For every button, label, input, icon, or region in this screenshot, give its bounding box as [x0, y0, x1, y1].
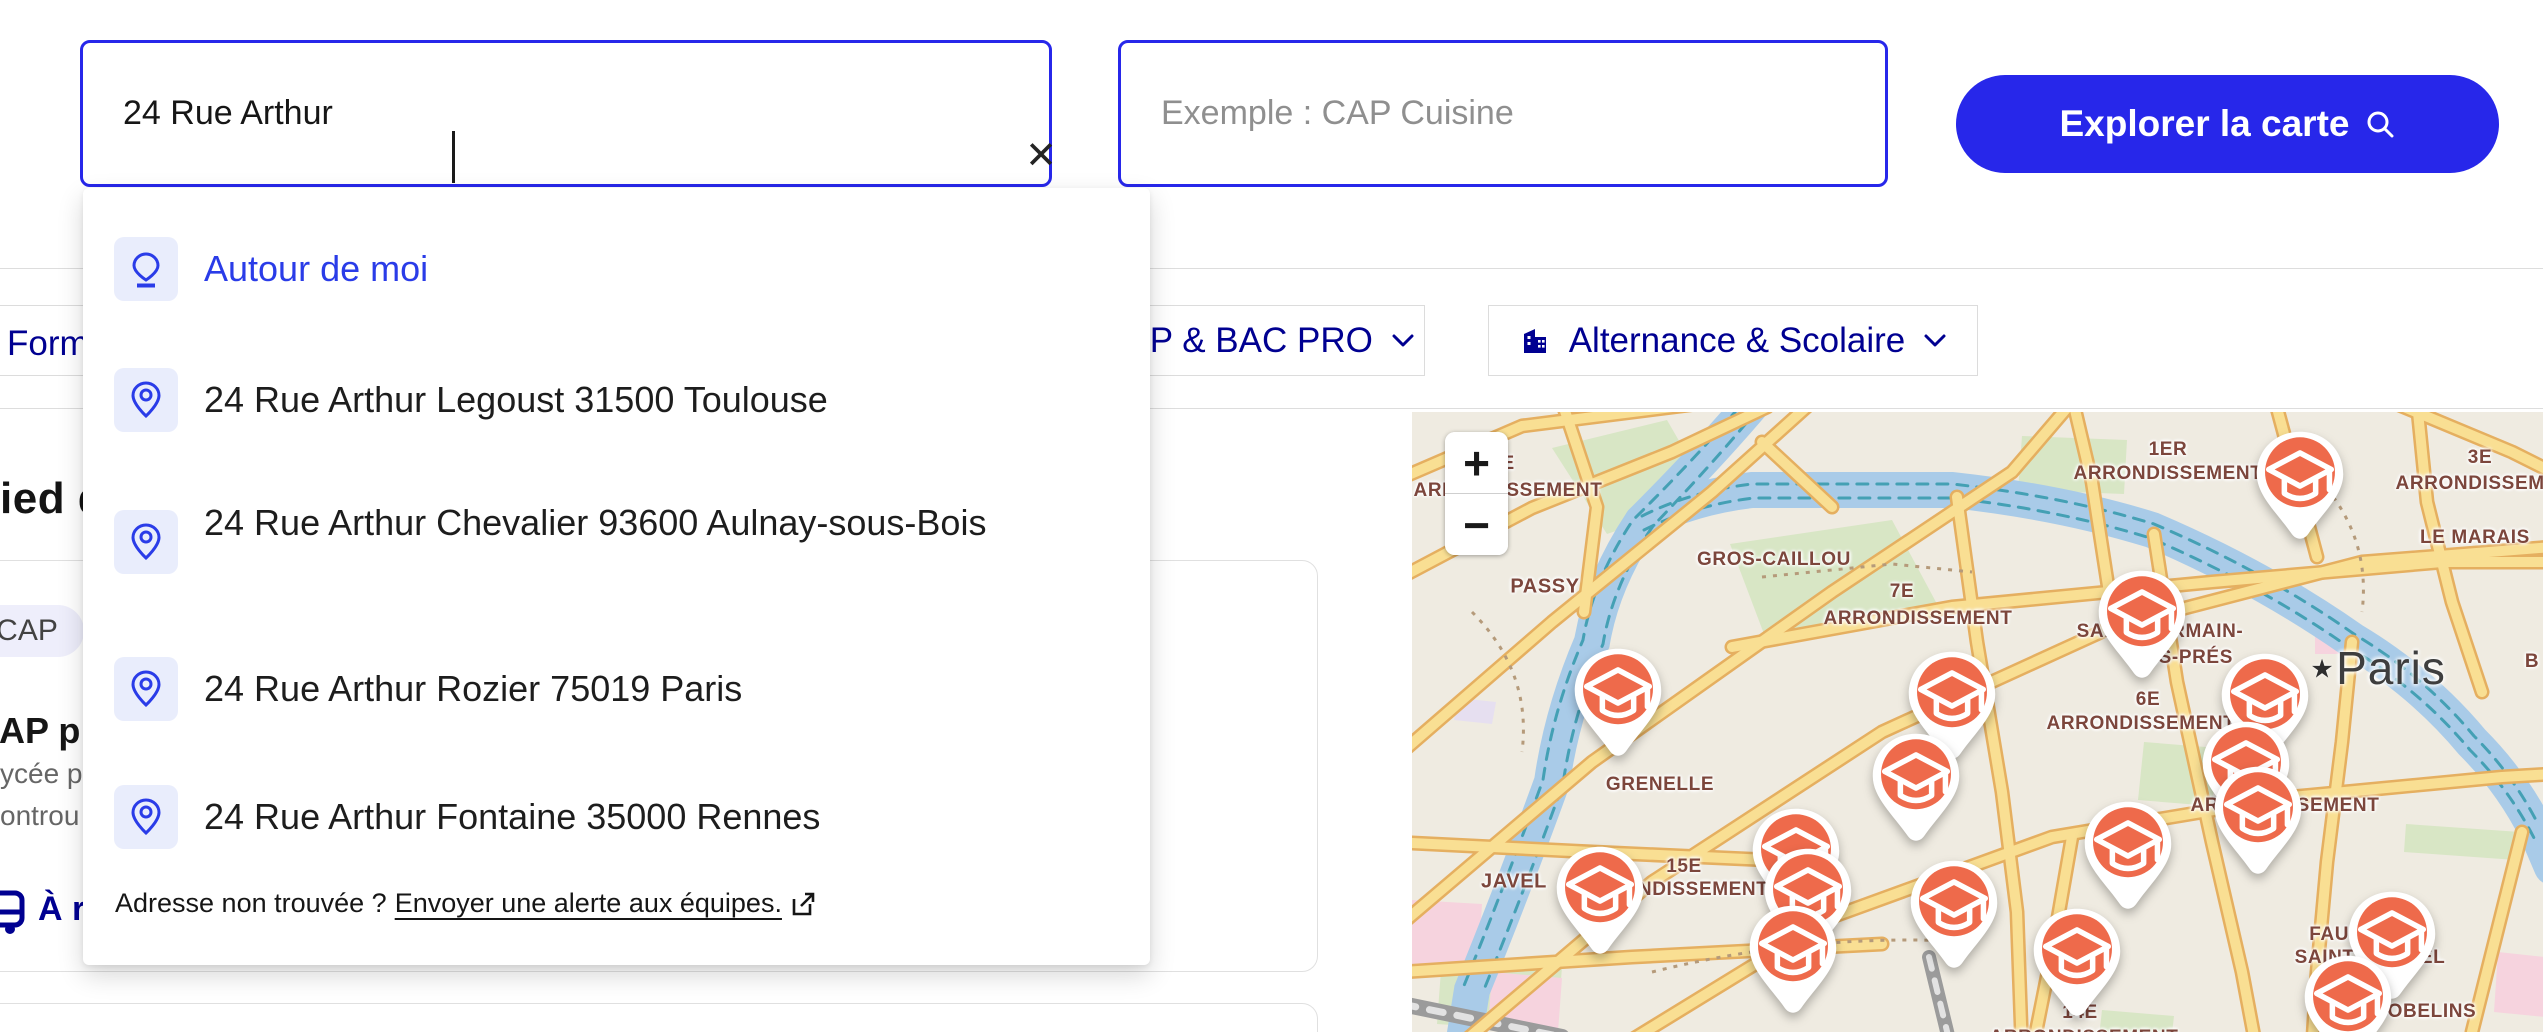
school-marker-icon[interactable]	[2212, 764, 2304, 879]
suggestion-label: 24 Rue Arthur Fontaine 35000 Rennes	[204, 796, 821, 837]
explore-map-button[interactable]: Explorer la carte	[1956, 75, 2499, 173]
page: ✕ Explorer la carte Form CAP & BAC PRO	[0, 0, 2543, 1032]
result-card-next[interactable]	[0, 1003, 1318, 1032]
map-pin-icon	[114, 510, 178, 574]
location-input[interactable]	[83, 94, 1049, 133]
map-area-label: PASSY	[1510, 575, 1580, 598]
map-pin-icon	[114, 368, 178, 432]
search-icon	[2365, 109, 2395, 139]
school-marker-icon[interactable]	[2082, 799, 2174, 914]
send-alert-link[interactable]: Envoyer une alerte aux équipes.	[395, 888, 782, 919]
school-marker-icon[interactable]	[1870, 731, 1962, 846]
school-marker-icon[interactable]	[1572, 646, 1664, 761]
map-area-label: ARRONDISSEMENT	[1823, 608, 2013, 629]
keyword-search-field	[1118, 40, 1888, 187]
map-area-label: 7E	[1889, 581, 1915, 602]
city-label-paris: Paris	[2336, 642, 2446, 694]
map-area-label: ARRONDISSEMENT	[1413, 480, 1603, 501]
address-not-found-text: Adresse non trouvée ?	[115, 888, 387, 918]
clear-input-button[interactable]: ✕	[1011, 126, 1071, 186]
map-area-label: ARRONDISSEMENT	[2395, 473, 2543, 494]
suggestion-item[interactable]: 24 Rue Arthur Fontaine 35000 Rennes	[114, 785, 820, 849]
suggestion-item[interactable]: 24 Rue Arthur Legoust 31500 Toulouse	[114, 368, 828, 432]
filter-formation-label-fragment: Form	[7, 324, 89, 363]
location-search-field: ✕	[80, 40, 1057, 187]
result-city-fragment: ontrou	[0, 800, 80, 831]
school-marker-icon[interactable]	[1908, 858, 2000, 973]
map-area-label: 1ER	[2148, 439, 2188, 460]
result-transit-link-fragment[interactable]: À r	[38, 890, 85, 929]
result-school-fragment: ycée pr	[0, 758, 92, 789]
map-area-label: 15E	[1666, 856, 1702, 877]
city-star-icon: ★	[2310, 653, 2334, 684]
map-area-label: 6E	[2135, 689, 2161, 710]
chevron-down-icon	[1391, 333, 1415, 349]
suggestion-item[interactable]: 24 Rue Arthur Chevalier 93600 Aulnay-sou…	[114, 502, 986, 574]
map-area-label: ARRONDISSEMENT	[1990, 1027, 2179, 1032]
map-area-label: LE MARAIS	[2420, 527, 2530, 548]
bus-icon	[0, 888, 26, 941]
suggestion-around-me[interactable]: Autour de moi	[114, 237, 428, 301]
school-marker-icon[interactable]	[2031, 906, 2123, 1021]
locate-me-icon	[114, 237, 178, 301]
school-marker-icon[interactable]	[1554, 844, 1646, 959]
explore-map-label: Explorer la carte	[2059, 103, 2350, 144]
map-pin-icon	[114, 785, 178, 849]
chevron-down-icon	[1923, 333, 1947, 349]
result-tag-badge: CAP	[0, 605, 84, 657]
external-link-icon	[790, 891, 816, 917]
map-canvas[interactable]: 16EARRONDISSEMENTPASSYGROS-CAILLOU7EARRO…	[1412, 412, 2543, 1032]
school-marker-icon[interactable]	[2302, 953, 2394, 1032]
address-suggestions-dropdown: Autour de moi 24 Rue Arthur Legoust 3150…	[83, 188, 1150, 965]
map-area-label: GRENELLE	[1605, 774, 1715, 795]
map-area-label: ARRONDISSEMENT	[2073, 463, 2263, 484]
map-pin-icon	[114, 657, 178, 721]
map-zoom-control: + −	[1445, 432, 1508, 555]
suggestion-label: 24 Rue Arthur Legoust 31500 Toulouse	[204, 379, 828, 420]
map-area-label: GROS-CAILLOU	[1697, 549, 1851, 570]
building-icon	[1519, 325, 1551, 357]
zoom-in-button[interactable]: +	[1445, 432, 1508, 493]
map-area-label: 3E	[2467, 447, 2493, 468]
suggestion-item[interactable]: 24 Rue Arthur Rozier 75019 Paris	[114, 657, 742, 721]
filter-mode-dropdown[interactable]: Alternance & Scolaire	[1488, 305, 1978, 376]
school-marker-icon[interactable]	[2096, 568, 2188, 683]
zoom-out-button[interactable]: −	[1445, 494, 1508, 555]
school-marker-icon[interactable]	[1747, 903, 1839, 1018]
suggestion-label: 24 Rue Arthur Chevalier 93600 Aulnay-sou…	[204, 502, 987, 543]
map-area-label: JAVEL	[1481, 870, 1547, 893]
map-area-label: B	[2524, 651, 2540, 672]
around-me-label: Autour de moi	[204, 248, 429, 289]
school-marker-icon[interactable]	[2254, 429, 2346, 544]
text-caret	[452, 131, 455, 183]
keyword-input[interactable]	[1121, 94, 1885, 133]
filter-mode-label: Alternance & Scolaire	[1568, 320, 1906, 360]
suggestion-label: 24 Rue Arthur Rozier 75019 Paris	[204, 668, 743, 709]
address-not-found-row: Adresse non trouvée ? Envoyer une alerte…	[115, 888, 816, 919]
result-tag-label: CAP	[0, 614, 58, 647]
result-title-fragment: AP p	[0, 710, 81, 751]
